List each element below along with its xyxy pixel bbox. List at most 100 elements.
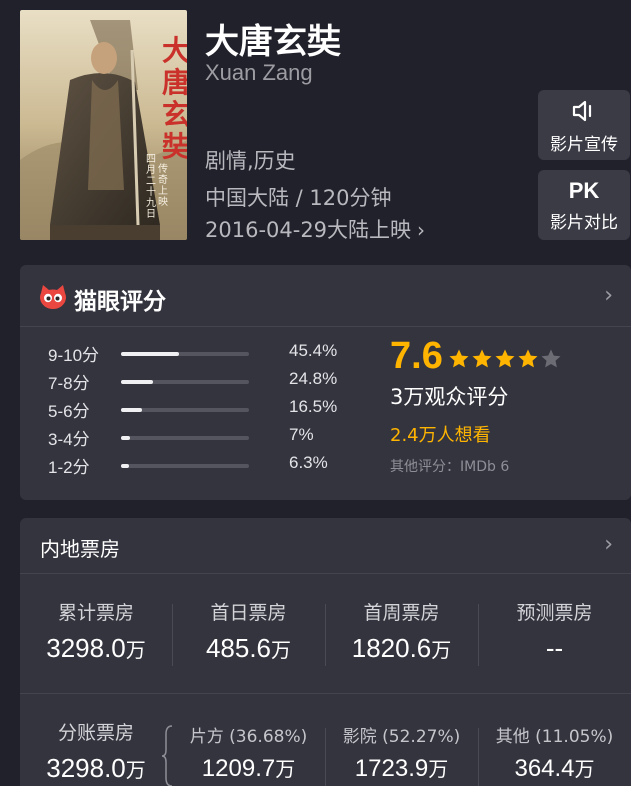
rating-header[interactable]: 猫眼评分 › [20, 265, 631, 327]
distribution-row: 3-4分 7% [48, 425, 368, 453]
promo-button[interactable]: 影片宣传 [538, 90, 630, 160]
pk-text: PK [568, 178, 600, 203]
poster-title-char-1: 大 [162, 34, 187, 67]
star-filled-icon [518, 349, 538, 368]
movie-release-text: 2016-04-29大陆上映 [205, 218, 412, 242]
stat-label: 其他 (11.05%) [495, 727, 614, 747]
stat-cinema: 影院 (52.27%) 1723.9万 [325, 722, 478, 783]
stat-label: 预测票房 [516, 602, 593, 624]
movie-release[interactable]: 2016-04-29大陆上映 › [205, 214, 425, 244]
poster-date-char: 传 [158, 163, 168, 175]
distribution-label: 5-6分 [48, 402, 90, 421]
stat-unit: 万 [125, 638, 146, 662]
poster-date-char: 奇 [158, 173, 168, 186]
distribution-percent: 24.8% [289, 369, 338, 388]
box-office-title: 内地票房 [40, 537, 120, 561]
distribution-label: 9-10分 [48, 346, 100, 365]
movie-title: 大唐玄奘 [205, 22, 341, 62]
poster-date-char: 映 [158, 196, 168, 208]
stat-value: 364.4万 [478, 753, 631, 783]
rating-score: 7.6 [390, 335, 443, 377]
poster-title-char-3: 玄 [162, 98, 187, 131]
distribution-bar-fill [121, 436, 130, 440]
stat-unit: 万 [271, 638, 292, 662]
compare-label: 影片对比 [550, 213, 618, 233]
stat-split-total: 分账票房 3298.0万 [20, 718, 172, 784]
distribution-bar-track [121, 380, 249, 384]
stat-label: 累计票房 [57, 602, 134, 624]
stat-value: 3298.0万 [20, 753, 172, 784]
box-office-header[interactable]: 内地票房 › [20, 518, 631, 574]
star-filled-icon [495, 349, 515, 368]
stat-number: 485.6 [205, 633, 272, 663]
stat-value: 1820.6万 [325, 633, 478, 664]
poster-image: 大 唐 玄 奘 四月二十九日 传奇上映 [20, 10, 187, 240]
stat-unit: 万 [428, 757, 449, 781]
movie-header: 大 唐 玄 奘 四月二十九日传奇上映 大唐玄奘 Xuan Zang 剧情,历史 … [0, 0, 631, 260]
rating-title: 猫眼评分 [74, 289, 166, 315]
poster-date-char: 日 [146, 209, 156, 220]
stat-unit: 万 [125, 758, 146, 782]
stat-unit: 万 [275, 757, 296, 781]
poster-date-char: 十 [146, 185, 156, 198]
stat-forecast: 预测票房 -- [478, 598, 631, 664]
stat-value: 3298.0万 [20, 633, 172, 664]
stat-label: 片方 (36.68%) [189, 727, 308, 747]
poster-title-char-2: 唐 [162, 66, 187, 99]
distribution-bar-fill [121, 408, 143, 412]
distribution-label: 3-4分 [48, 430, 90, 449]
movie-genre: 剧情,历史 [205, 149, 296, 173]
distribution-percent: 45.4% [289, 341, 338, 360]
maoyan-cat-icon [38, 283, 68, 311]
other-score: 其他评分：IMDb 6 [390, 459, 510, 475]
stat-label: 首周票房 [363, 602, 440, 624]
stat-value: 1209.7万 [172, 753, 325, 783]
distribution-bar-fill [121, 464, 130, 468]
poster-date-char: 四 [146, 154, 156, 165]
chevron-right-icon: › [604, 283, 613, 308]
chevron-right-icon: › [604, 532, 613, 557]
stat-first-week: 首周票房 1820.6万 [325, 598, 478, 664]
stat-number: 1723.9 [354, 755, 429, 782]
stat-label: 首日票房 [210, 602, 287, 624]
rating-card: 猫眼评分 › 9-10分 45.4% 7-8分 24.8% 5-6分 16.5% 3-4分 7… [20, 265, 631, 500]
rating-count: 3万观众评分 [390, 385, 509, 409]
star-filled-icon [472, 349, 492, 368]
star-filled-icon [449, 349, 469, 368]
distribution-bar-fill [121, 380, 153, 384]
distribution-bar-track [121, 408, 249, 412]
movie-poster[interactable]: 大 唐 玄 奘 四月二十九日 传奇上映 [20, 10, 187, 240]
stat-other: 其他 (11.05%) 364.4万 [478, 722, 631, 783]
rating-distribution: 9-10分 45.4% 7-8分 24.8% 5-6分 16.5% 3-4分 7% 1-2分 6.… [48, 341, 368, 481]
box-office-card: 内地票房 › 累计票房 3298.0万 首日票房 485.6万 首周票房 182… [20, 518, 631, 786]
distribution-row: 7-8分 24.8% [48, 369, 368, 397]
wish-count[interactable]: 2.4万人想看 [390, 421, 491, 447]
stat-total: 累计票房 3298.0万 [20, 598, 172, 664]
divider [20, 693, 631, 694]
rating-stars [448, 348, 563, 370]
distribution-bar-track [121, 436, 249, 440]
distribution-label: 7-8分 [48, 374, 90, 393]
distribution-row: 5-6分 16.5% [48, 397, 368, 425]
stat-value: -- [545, 633, 564, 663]
distribution-bar-fill [121, 352, 180, 356]
stat-value: 1723.9万 [325, 753, 478, 783]
poster-date-char: 二 [146, 176, 156, 187]
distribution-bar-track [121, 352, 249, 356]
compare-button[interactable]: PK 影片对比 [538, 170, 630, 240]
stat-number: 3298.0 [46, 633, 126, 663]
chevron-right-icon: › [417, 218, 426, 242]
star-empty-icon [541, 349, 561, 368]
stat-number: 1820.6 [351, 633, 432, 663]
distribution-percent: 6.3% [289, 453, 328, 472]
distribution-percent: 16.5% [289, 397, 338, 416]
stat-label: 分账票房 [57, 722, 134, 744]
stat-number: 3298.0 [46, 753, 126, 783]
movie-english-title: Xuan Zang [205, 60, 313, 85]
speaker-icon [538, 96, 630, 126]
distribution-percent: 7% [289, 425, 314, 444]
stat-unit: 万 [574, 757, 595, 781]
stat-unit: 万 [431, 638, 452, 662]
stat-number: 364.4 [514, 755, 575, 782]
distribution-label: 1-2分 [48, 458, 90, 477]
